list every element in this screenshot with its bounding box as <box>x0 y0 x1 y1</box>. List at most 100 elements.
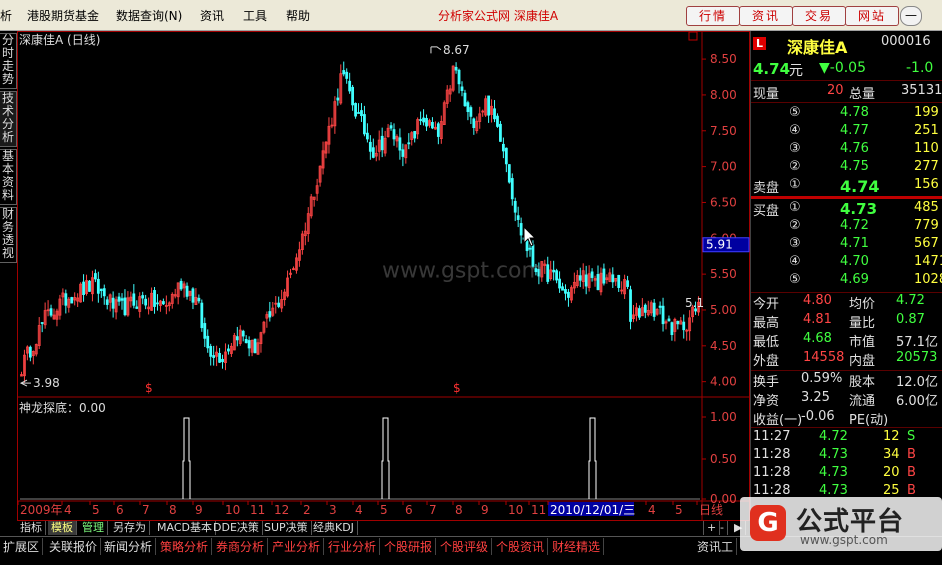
status-finance-picks[interactable]: 财经精选 <box>549 538 605 555</box>
stat-value: 3.25 <box>801 390 830 405</box>
buy-level: ③ <box>789 236 801 251</box>
minimize-button[interactable]: — <box>900 6 922 26</box>
buy-price: 4.73 <box>840 200 878 218</box>
candle-body <box>682 321 686 331</box>
tab-basic-info[interactable]: 基本资料 <box>0 149 17 205</box>
volume-row: 现量 20 总量 35131 <box>751 83 942 102</box>
status-extension[interactable]: 扩展区 <box>0 538 44 555</box>
quote-button[interactable]: 行情 <box>686 6 740 26</box>
status-sector[interactable]: 行业分析 <box>325 538 381 555</box>
news-button[interactable]: 资讯 <box>739 6 793 26</box>
time-tick-label: 4 <box>64 503 72 517</box>
candle-body <box>431 121 434 129</box>
menu-item-news[interactable]: 资讯 <box>200 7 224 24</box>
tick-row: 11:27 4.72 12 S <box>751 429 942 447</box>
price-tick-label: 8.00 <box>710 88 737 102</box>
candle-body <box>463 92 467 107</box>
buy-volume: 1471 <box>914 254 942 269</box>
candle-body <box>120 298 124 301</box>
buy-price: 4.71 <box>840 236 869 251</box>
candle-body <box>460 86 464 91</box>
menu-item-partial[interactable]: 析 <box>0 7 12 24</box>
status-news-analysis[interactable]: 新闻分析 <box>101 538 157 555</box>
indicator-tick-label: 0.50 <box>710 452 737 466</box>
tab-financial[interactable]: 财务透视 <box>0 207 17 263</box>
sell-price: 4.74 <box>840 177 880 196</box>
website-button[interactable]: 网站 <box>845 6 899 26</box>
price-tick-label: 5.50 <box>710 267 737 281</box>
status-news-tools[interactable]: 资讯工 <box>694 538 738 555</box>
candle-body <box>88 280 91 292</box>
candle-body <box>141 295 145 299</box>
menu-item-data-query[interactable]: 数据查询(N) <box>116 7 182 24</box>
stat-label: 净资 <box>753 394 780 409</box>
stat-label: 收益(一) <box>753 413 803 428</box>
time-tick-label: 10 <box>508 503 523 517</box>
candle-body <box>510 178 514 200</box>
candle-body <box>487 95 491 116</box>
tab-template[interactable]: 模板 <box>48 521 77 535</box>
stat-row: 最高 4.81 量比 0.87 <box>751 312 942 331</box>
chart-area[interactable]: 8.508.007.507.006.506.005.505.004.504.00… <box>17 31 750 521</box>
time-tick-label: 12 <box>274 503 289 517</box>
status-stock-news[interactable]: 个股资讯 <box>493 538 549 555</box>
candle-body <box>472 118 476 129</box>
chart-title: 深康佳A (日线) <box>19 33 101 47</box>
candle-body <box>658 305 662 308</box>
stat-value: 4.80 <box>803 293 832 308</box>
stat-row: 今开 4.80 均价 4.72 <box>751 293 942 312</box>
candle-body <box>206 335 210 349</box>
site-url: www.gspt.com <box>800 533 888 547</box>
candle-body <box>507 164 511 183</box>
menu-item-hk-futures-funds[interactable]: 港股期货基金 <box>27 7 99 24</box>
candle-body <box>561 286 564 291</box>
candle-body <box>96 278 100 294</box>
current-volume-label: 现量 <box>753 87 780 102</box>
tab-intraday[interactable]: 分时走势 <box>0 33 17 89</box>
status-broker[interactable]: 券商分析 <box>213 538 269 555</box>
candle-body <box>117 296 121 302</box>
price-tick-label: 6.50 <box>710 195 737 209</box>
sell-volume: 277 <box>914 159 939 174</box>
time-tick-label: 5 <box>92 503 100 517</box>
candle-body <box>218 352 221 363</box>
buy-order-row: ③ 4.71 567 <box>751 236 942 254</box>
sell-order-row: ⑤ 4.78 199 <box>751 105 942 123</box>
tab-indicator[interactable]: 指标 <box>17 521 46 535</box>
candle-body <box>123 297 127 316</box>
trade-button[interactable]: 交易 <box>792 6 846 26</box>
candle-body <box>241 330 245 337</box>
buy-volume: 567 <box>914 236 939 251</box>
menu-item-tools[interactable]: 工具 <box>243 7 267 24</box>
time-tick-label: 5 <box>380 503 388 517</box>
tab-kdj[interactable]: 经典KDJ <box>310 521 358 535</box>
stat-label: 市值 <box>849 335 876 350</box>
tab-sup[interactable]: SUP决策 <box>261 521 312 535</box>
time-tick-label: 9 <box>481 503 489 517</box>
indicator-signal <box>381 417 390 499</box>
candlestick-chart[interactable]: 8.508.007.507.006.506.005.505.004.504.00… <box>17 31 750 521</box>
tab-macd[interactable]: MACD基本 <box>154 521 216 535</box>
tick-time: 11:28 <box>753 447 791 462</box>
candle-body <box>345 71 349 79</box>
chart-corner-icon[interactable] <box>688 31 698 41</box>
status-related-quote[interactable]: 关联报价 <box>46 538 102 555</box>
status-strategy[interactable]: 策略分析 <box>157 538 213 555</box>
status-industry-chain[interactable]: 产业分析 <box>269 538 325 555</box>
low-price-label: 3.98 <box>33 376 60 390</box>
status-stock-rating[interactable]: 个股评级 <box>437 538 493 555</box>
indicator-title: 神龙探底：0.00 <box>19 401 106 415</box>
zoom-out-button[interactable]: - <box>717 521 728 535</box>
menu-item-help[interactable]: 帮助 <box>286 7 310 24</box>
tab-technical[interactable]: 技术分析 <box>0 91 17 147</box>
price-change: ▼-0.05 <box>819 60 866 76</box>
tab-manage[interactable]: 管理 <box>79 521 108 535</box>
time-tick-label: 9 <box>195 503 203 517</box>
candle-body <box>519 223 523 236</box>
stock-header: PL 深康佳A 000016 <box>751 34 942 57</box>
status-stock-research[interactable]: 个股研报 <box>381 538 437 555</box>
candle-body <box>558 278 561 289</box>
tab-dde[interactable]: DDE决策 <box>210 521 263 535</box>
candle-body <box>40 322 44 324</box>
tab-save-as[interactable]: 另存为 <box>110 521 150 535</box>
